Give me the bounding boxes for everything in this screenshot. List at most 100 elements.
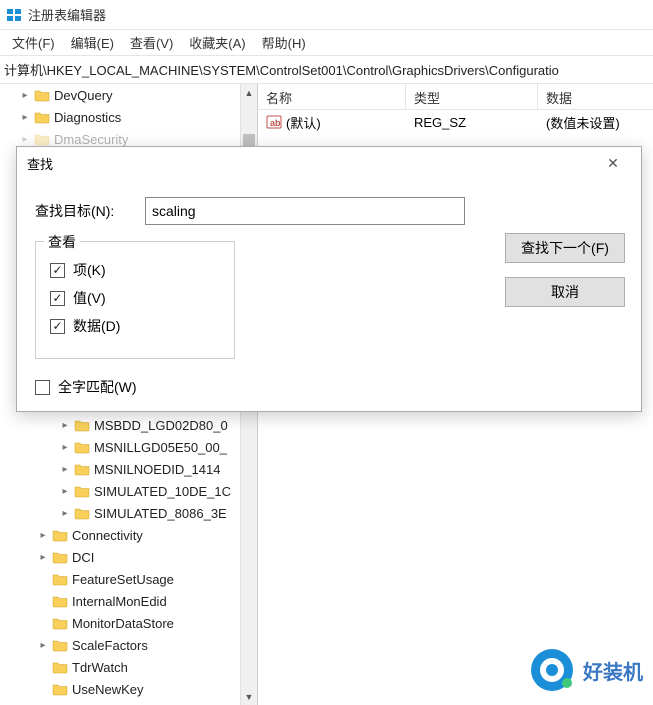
chevron-right-icon[interactable]: ▸ bbox=[18, 88, 32, 102]
chevron-right-icon[interactable]: ▸ bbox=[58, 440, 72, 454]
find-label: 查找目标(N): bbox=[35, 201, 145, 221]
chevron-right-icon[interactable]: ▸ bbox=[18, 132, 32, 146]
dialog-body: 查找目标(N): 查找下一个(F) 取消 查看 项(K) 值(V) 数据(D) bbox=[17, 179, 641, 411]
folder-icon bbox=[52, 638, 68, 652]
checkbox-icon bbox=[50, 263, 65, 278]
find-next-button[interactable]: 查找下一个(F) bbox=[505, 233, 625, 263]
menu-view[interactable]: 查看(V) bbox=[122, 30, 181, 55]
menu-file[interactable]: 文件(F) bbox=[4, 30, 63, 55]
folder-icon bbox=[34, 110, 50, 124]
values-header: 名称 类型 数据 bbox=[258, 84, 653, 110]
tree-item-label: SIMULATED_10DE_1C bbox=[94, 484, 231, 499]
whole-word-label: 全字匹配(W) bbox=[58, 377, 137, 397]
checkbox-data[interactable]: 数据(D) bbox=[50, 316, 220, 336]
tree-item[interactable]: InternalMonEdid bbox=[0, 590, 257, 612]
look-at-groupbox: 查看 项(K) 值(V) 数据(D) bbox=[35, 241, 235, 359]
folder-icon bbox=[74, 418, 90, 432]
tree-item-label: Connectivity bbox=[72, 528, 143, 543]
close-icon[interactable]: ✕ bbox=[595, 149, 631, 177]
checkbox-keys[interactable]: 项(K) bbox=[50, 260, 220, 280]
tree-item[interactable]: ▸ MSBDD_LGD02D80_0 bbox=[0, 414, 257, 436]
window-title: 注册表编辑器 bbox=[28, 5, 106, 24]
checkbox-icon bbox=[35, 380, 50, 395]
tree-item-label: MonitorDataStore bbox=[72, 616, 174, 631]
checkbox-data-label: 数据(D) bbox=[73, 316, 120, 336]
folder-icon bbox=[74, 484, 90, 498]
tree-item-label: Diagnostics bbox=[54, 110, 121, 125]
folder-icon bbox=[52, 616, 68, 630]
string-value-icon: ab bbox=[266, 114, 282, 130]
value-type: REG_SZ bbox=[406, 113, 538, 132]
folder-icon bbox=[74, 462, 90, 476]
folder-icon bbox=[52, 572, 68, 586]
tree-item[interactable]: ▸ SIMULATED_8086_3E bbox=[0, 502, 257, 524]
watermark-text: 好装机 bbox=[583, 656, 643, 685]
col-type[interactable]: 类型 bbox=[406, 84, 538, 109]
cancel-button[interactable]: 取消 bbox=[505, 277, 625, 307]
folder-icon bbox=[34, 88, 50, 102]
col-data[interactable]: 数据 bbox=[538, 84, 653, 109]
folder-icon bbox=[52, 660, 68, 674]
chevron-right-icon[interactable]: ▸ bbox=[58, 484, 72, 498]
checkbox-values-label: 值(V) bbox=[73, 288, 106, 308]
tree-item[interactable]: ▸ MSNILLGD05E50_00_ bbox=[0, 436, 257, 458]
tree-item-label: DCI bbox=[72, 550, 94, 565]
tree-spacer bbox=[36, 616, 50, 630]
menu-help[interactable]: 帮助(H) bbox=[254, 30, 314, 55]
tree-item[interactable]: TdrWatch bbox=[0, 656, 257, 678]
tree-item[interactable]: UseNewKey bbox=[0, 678, 257, 700]
chevron-right-icon[interactable]: ▸ bbox=[58, 418, 72, 432]
folder-icon bbox=[52, 550, 68, 564]
tree-item-label: MSBDD_LGD02D80_0 bbox=[94, 418, 228, 433]
col-name[interactable]: 名称 bbox=[258, 84, 406, 109]
app-icon bbox=[6, 7, 22, 23]
value-data: (数值未设置) bbox=[538, 111, 653, 134]
chevron-right-icon[interactable]: ▸ bbox=[36, 550, 50, 564]
tree-item[interactable]: MonitorDataStore bbox=[0, 612, 257, 634]
tree-item[interactable]: ▸ Connectivity bbox=[0, 524, 257, 546]
tree-item[interactable]: ▸ ScaleFactors bbox=[0, 634, 257, 656]
tree-spacer bbox=[36, 594, 50, 608]
folder-icon bbox=[52, 528, 68, 542]
tree-item-label: InternalMonEdid bbox=[72, 594, 167, 609]
chevron-right-icon[interactable]: ▸ bbox=[36, 528, 50, 542]
value-name: (默认) bbox=[286, 113, 321, 132]
groupbox-legend: 查看 bbox=[44, 232, 80, 252]
tree-item-label: ScaleFactors bbox=[72, 638, 148, 653]
menubar: 文件(F) 编辑(E) 查看(V) 收藏夹(A) 帮助(H) bbox=[0, 30, 653, 56]
value-row[interactable]: ab (默认) REG_SZ (数值未设置) bbox=[258, 110, 653, 134]
folder-icon bbox=[34, 132, 50, 146]
watermark: 好装机 bbox=[529, 647, 643, 693]
watermark-icon bbox=[529, 647, 575, 693]
tree-item-label: UseNewKey bbox=[72, 682, 144, 697]
chevron-right-icon[interactable]: ▸ bbox=[36, 638, 50, 652]
checkbox-whole-word[interactable]: 全字匹配(W) bbox=[35, 377, 623, 397]
find-input[interactable] bbox=[145, 197, 465, 225]
tree-item-label: FeatureSetUsage bbox=[72, 572, 174, 587]
chevron-right-icon[interactable]: ▸ bbox=[58, 506, 72, 520]
tree-item[interactable]: ▸ SIMULATED_10DE_1C bbox=[0, 480, 257, 502]
scroll-down-icon[interactable]: ▼ bbox=[241, 688, 257, 705]
checkbox-values[interactable]: 值(V) bbox=[50, 288, 220, 308]
tree-spacer bbox=[36, 660, 50, 674]
tree-item-label: DevQuery bbox=[54, 88, 113, 103]
tree-item-label: MSNILNOEDID_1414 bbox=[94, 462, 220, 477]
checkbox-icon bbox=[50, 291, 65, 306]
tree-item[interactable]: ▸ Diagnostics bbox=[0, 106, 257, 128]
menu-edit[interactable]: 编辑(E) bbox=[63, 30, 122, 55]
tree-item-label: DmaSecurity bbox=[54, 132, 128, 147]
tree-item[interactable]: ▸ MSNILNOEDID_1414 bbox=[0, 458, 257, 480]
chevron-right-icon[interactable]: ▸ bbox=[58, 462, 72, 476]
dialog-titlebar[interactable]: 查找 ✕ bbox=[17, 147, 641, 179]
address-bar[interactable]: 计算机\HKEY_LOCAL_MACHINE\SYSTEM\ControlSet… bbox=[0, 56, 653, 84]
dialog-title: 查找 bbox=[27, 154, 53, 173]
tree-item[interactable]: ▸ DCI bbox=[0, 546, 257, 568]
scroll-up-icon[interactable]: ▲ bbox=[241, 84, 257, 101]
tree-item-label: SIMULATED_8086_3E bbox=[94, 506, 227, 521]
address-path: 计算机\HKEY_LOCAL_MACHINE\SYSTEM\ControlSet… bbox=[4, 60, 559, 79]
menu-favorites[interactable]: 收藏夹(A) bbox=[181, 30, 253, 55]
tree-item[interactable]: ▸ DevQuery bbox=[0, 84, 257, 106]
tree-item-label: MSNILLGD05E50_00_ bbox=[94, 440, 227, 455]
chevron-right-icon[interactable]: ▸ bbox=[18, 110, 32, 124]
tree-item[interactable]: FeatureSetUsage bbox=[0, 568, 257, 590]
